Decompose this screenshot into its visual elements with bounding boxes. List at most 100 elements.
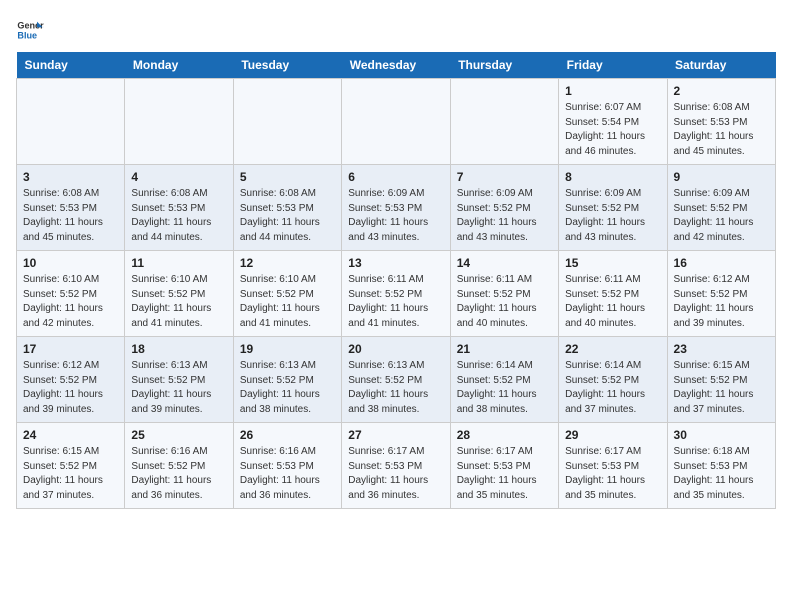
day-number: 21	[457, 342, 552, 356]
calendar-cell: 28 Sunrise: 6:17 AM Sunset: 5:53 PM Dayli…	[450, 423, 558, 509]
svg-text:Blue: Blue	[17, 30, 37, 40]
day-number: 30	[674, 428, 769, 442]
day-number: 12	[240, 256, 335, 270]
calendar-cell: 16 Sunrise: 6:12 AM Sunset: 5:52 PM Dayli…	[667, 251, 775, 337]
calendar-cell: 22 Sunrise: 6:14 AM Sunset: 5:52 PM Dayli…	[559, 337, 667, 423]
day-info: Sunrise: 6:11 AM Sunset: 5:52 PM Dayligh…	[457, 273, 552, 331]
weekday-header-tuesday: Tuesday	[233, 52, 341, 79]
day-info: Sunrise: 6:10 AM Sunset: 5:52 PM Dayligh…	[240, 273, 335, 331]
day-info: Sunrise: 6:09 AM Sunset: 5:52 PM Dayligh…	[674, 187, 769, 245]
day-number: 6	[348, 170, 443, 184]
calendar-cell	[233, 79, 341, 165]
day-info: Sunrise: 6:09 AM Sunset: 5:53 PM Dayligh…	[348, 187, 443, 245]
day-number: 5	[240, 170, 335, 184]
weekday-header-row: SundayMondayTuesdayWednesdayThursdayFrid…	[17, 52, 776, 79]
day-info: Sunrise: 6:10 AM Sunset: 5:52 PM Dayligh…	[131, 273, 226, 331]
week-row-5: 24 Sunrise: 6:15 AM Sunset: 5:52 PM Dayli…	[17, 423, 776, 509]
day-info: Sunrise: 6:09 AM Sunset: 5:52 PM Dayligh…	[457, 187, 552, 245]
day-info: Sunrise: 6:12 AM Sunset: 5:52 PM Dayligh…	[23, 359, 118, 417]
weekday-header-saturday: Saturday	[667, 52, 775, 79]
day-number: 23	[674, 342, 769, 356]
day-info: Sunrise: 6:08 AM Sunset: 5:53 PM Dayligh…	[240, 187, 335, 245]
logo: General Blue	[16, 16, 44, 44]
calendar-table: SundayMondayTuesdayWednesdayThursdayFrid…	[16, 52, 776, 509]
calendar-cell: 9 Sunrise: 6:09 AM Sunset: 5:52 PM Daylig…	[667, 165, 775, 251]
day-number: 13	[348, 256, 443, 270]
calendar-cell: 4 Sunrise: 6:08 AM Sunset: 5:53 PM Daylig…	[125, 165, 233, 251]
week-row-4: 17Sunrise: 6:12 AM Sunset: 5:52 PM Dayli…	[17, 337, 776, 423]
day-number: 8	[565, 170, 660, 184]
day-number: 1	[565, 84, 660, 98]
calendar-cell	[450, 79, 558, 165]
calendar-cell: 30 Sunrise: 6:18 AM Sunset: 5:53 PM Dayli…	[667, 423, 775, 509]
day-number: 18	[131, 342, 226, 356]
day-number: 7	[457, 170, 552, 184]
day-number: 11	[131, 256, 226, 270]
day-number: 9	[674, 170, 769, 184]
weekday-header-monday: Monday	[125, 52, 233, 79]
day-info: Sunrise: 6:12 AM Sunset: 5:52 PM Dayligh…	[674, 273, 769, 331]
calendar-cell: 19 Sunrise: 6:13 AM Sunset: 5:52 PM Dayli…	[233, 337, 341, 423]
calendar-cell: 27Sunrise: 6:17 AM Sunset: 5:53 PM Dayli…	[342, 423, 450, 509]
day-number: 2	[674, 84, 769, 98]
day-info: Sunrise: 6:17 AM Sunset: 5:53 PM Dayligh…	[457, 445, 552, 503]
day-info: Sunrise: 6:11 AM Sunset: 5:52 PM Dayligh…	[348, 273, 443, 331]
calendar-cell: 29Sunrise: 6:17 AM Sunset: 5:53 PM Dayli…	[559, 423, 667, 509]
day-info: Sunrise: 6:08 AM Sunset: 5:53 PM Dayligh…	[23, 187, 118, 245]
day-info: Sunrise: 6:08 AM Sunset: 5:53 PM Dayligh…	[674, 101, 769, 159]
calendar-cell: 24 Sunrise: 6:15 AM Sunset: 5:52 PM Dayli…	[17, 423, 125, 509]
weekday-header-wednesday: Wednesday	[342, 52, 450, 79]
week-row-1: 1 Sunrise: 6:07 AM Sunset: 5:54 PM Daylig…	[17, 79, 776, 165]
calendar-cell: 15Sunrise: 6:11 AM Sunset: 5:52 PM Dayli…	[559, 251, 667, 337]
day-number: 20	[348, 342, 443, 356]
calendar-cell: 12 Sunrise: 6:10 AM Sunset: 5:52 PM Dayli…	[233, 251, 341, 337]
calendar-cell: 7 Sunrise: 6:09 AM Sunset: 5:52 PM Daylig…	[450, 165, 558, 251]
calendar-cell	[342, 79, 450, 165]
day-info: Sunrise: 6:07 AM Sunset: 5:54 PM Dayligh…	[565, 101, 660, 159]
day-number: 25	[131, 428, 226, 442]
calendar-cell: 1 Sunrise: 6:07 AM Sunset: 5:54 PM Daylig…	[559, 79, 667, 165]
calendar-cell: 3 Sunrise: 6:08 AM Sunset: 5:53 PM Daylig…	[17, 165, 125, 251]
day-info: Sunrise: 6:15 AM Sunset: 5:52 PM Dayligh…	[23, 445, 118, 503]
day-number: 14	[457, 256, 552, 270]
calendar-cell: 2 Sunrise: 6:08 AM Sunset: 5:53 PM Daylig…	[667, 79, 775, 165]
calendar-cell: 23Sunrise: 6:15 AM Sunset: 5:52 PM Dayli…	[667, 337, 775, 423]
day-info: Sunrise: 6:08 AM Sunset: 5:53 PM Dayligh…	[131, 187, 226, 245]
logo-icon: General Blue	[16, 16, 44, 44]
calendar-cell	[17, 79, 125, 165]
week-row-2: 3 Sunrise: 6:08 AM Sunset: 5:53 PM Daylig…	[17, 165, 776, 251]
day-number: 24	[23, 428, 118, 442]
calendar-cell: 10Sunrise: 6:10 AM Sunset: 5:52 PM Dayli…	[17, 251, 125, 337]
day-number: 16	[674, 256, 769, 270]
day-info: Sunrise: 6:14 AM Sunset: 5:52 PM Dayligh…	[565, 359, 660, 417]
calendar-cell: 26 Sunrise: 6:16 AM Sunset: 5:53 PM Dayli…	[233, 423, 341, 509]
day-info: Sunrise: 6:13 AM Sunset: 5:52 PM Dayligh…	[131, 359, 226, 417]
day-number: 26	[240, 428, 335, 442]
calendar-cell: 13 Sunrise: 6:11 AM Sunset: 5:52 PM Dayli…	[342, 251, 450, 337]
calendar-cell: 25 Sunrise: 6:16 AM Sunset: 5:52 PM Dayli…	[125, 423, 233, 509]
day-number: 28	[457, 428, 552, 442]
calendar-cell	[125, 79, 233, 165]
calendar-cell: 11 Sunrise: 6:10 AM Sunset: 5:52 PM Dayli…	[125, 251, 233, 337]
day-info: Sunrise: 6:16 AM Sunset: 5:53 PM Dayligh…	[240, 445, 335, 503]
calendar-cell: 20Sunrise: 6:13 AM Sunset: 5:52 PM Dayli…	[342, 337, 450, 423]
calendar-cell: 14 Sunrise: 6:11 AM Sunset: 5:52 PM Dayli…	[450, 251, 558, 337]
day-info: Sunrise: 6:16 AM Sunset: 5:52 PM Dayligh…	[131, 445, 226, 503]
calendar-cell: 6 Sunrise: 6:09 AM Sunset: 5:53 PM Daylig…	[342, 165, 450, 251]
day-number: 3	[23, 170, 118, 184]
calendar-cell: 21 Sunrise: 6:14 AM Sunset: 5:52 PM Dayli…	[450, 337, 558, 423]
day-info: Sunrise: 6:13 AM Sunset: 5:52 PM Dayligh…	[240, 359, 335, 417]
day-info: Sunrise: 6:14 AM Sunset: 5:52 PM Dayligh…	[457, 359, 552, 417]
weekday-header-sunday: Sunday	[17, 52, 125, 79]
day-number: 4	[131, 170, 226, 184]
day-info: Sunrise: 6:17 AM Sunset: 5:53 PM Dayligh…	[348, 445, 443, 503]
day-info: Sunrise: 6:18 AM Sunset: 5:53 PM Dayligh…	[674, 445, 769, 503]
day-number: 22	[565, 342, 660, 356]
calendar-cell: 8 Sunrise: 6:09 AM Sunset: 5:52 PM Daylig…	[559, 165, 667, 251]
calendar-cell: 18 Sunrise: 6:13 AM Sunset: 5:52 PM Dayli…	[125, 337, 233, 423]
day-info: Sunrise: 6:09 AM Sunset: 5:52 PM Dayligh…	[565, 187, 660, 245]
calendar-body: 1 Sunrise: 6:07 AM Sunset: 5:54 PM Daylig…	[17, 79, 776, 509]
day-number: 19	[240, 342, 335, 356]
week-row-3: 10Sunrise: 6:10 AM Sunset: 5:52 PM Dayli…	[17, 251, 776, 337]
page-header: General Blue	[16, 16, 776, 44]
